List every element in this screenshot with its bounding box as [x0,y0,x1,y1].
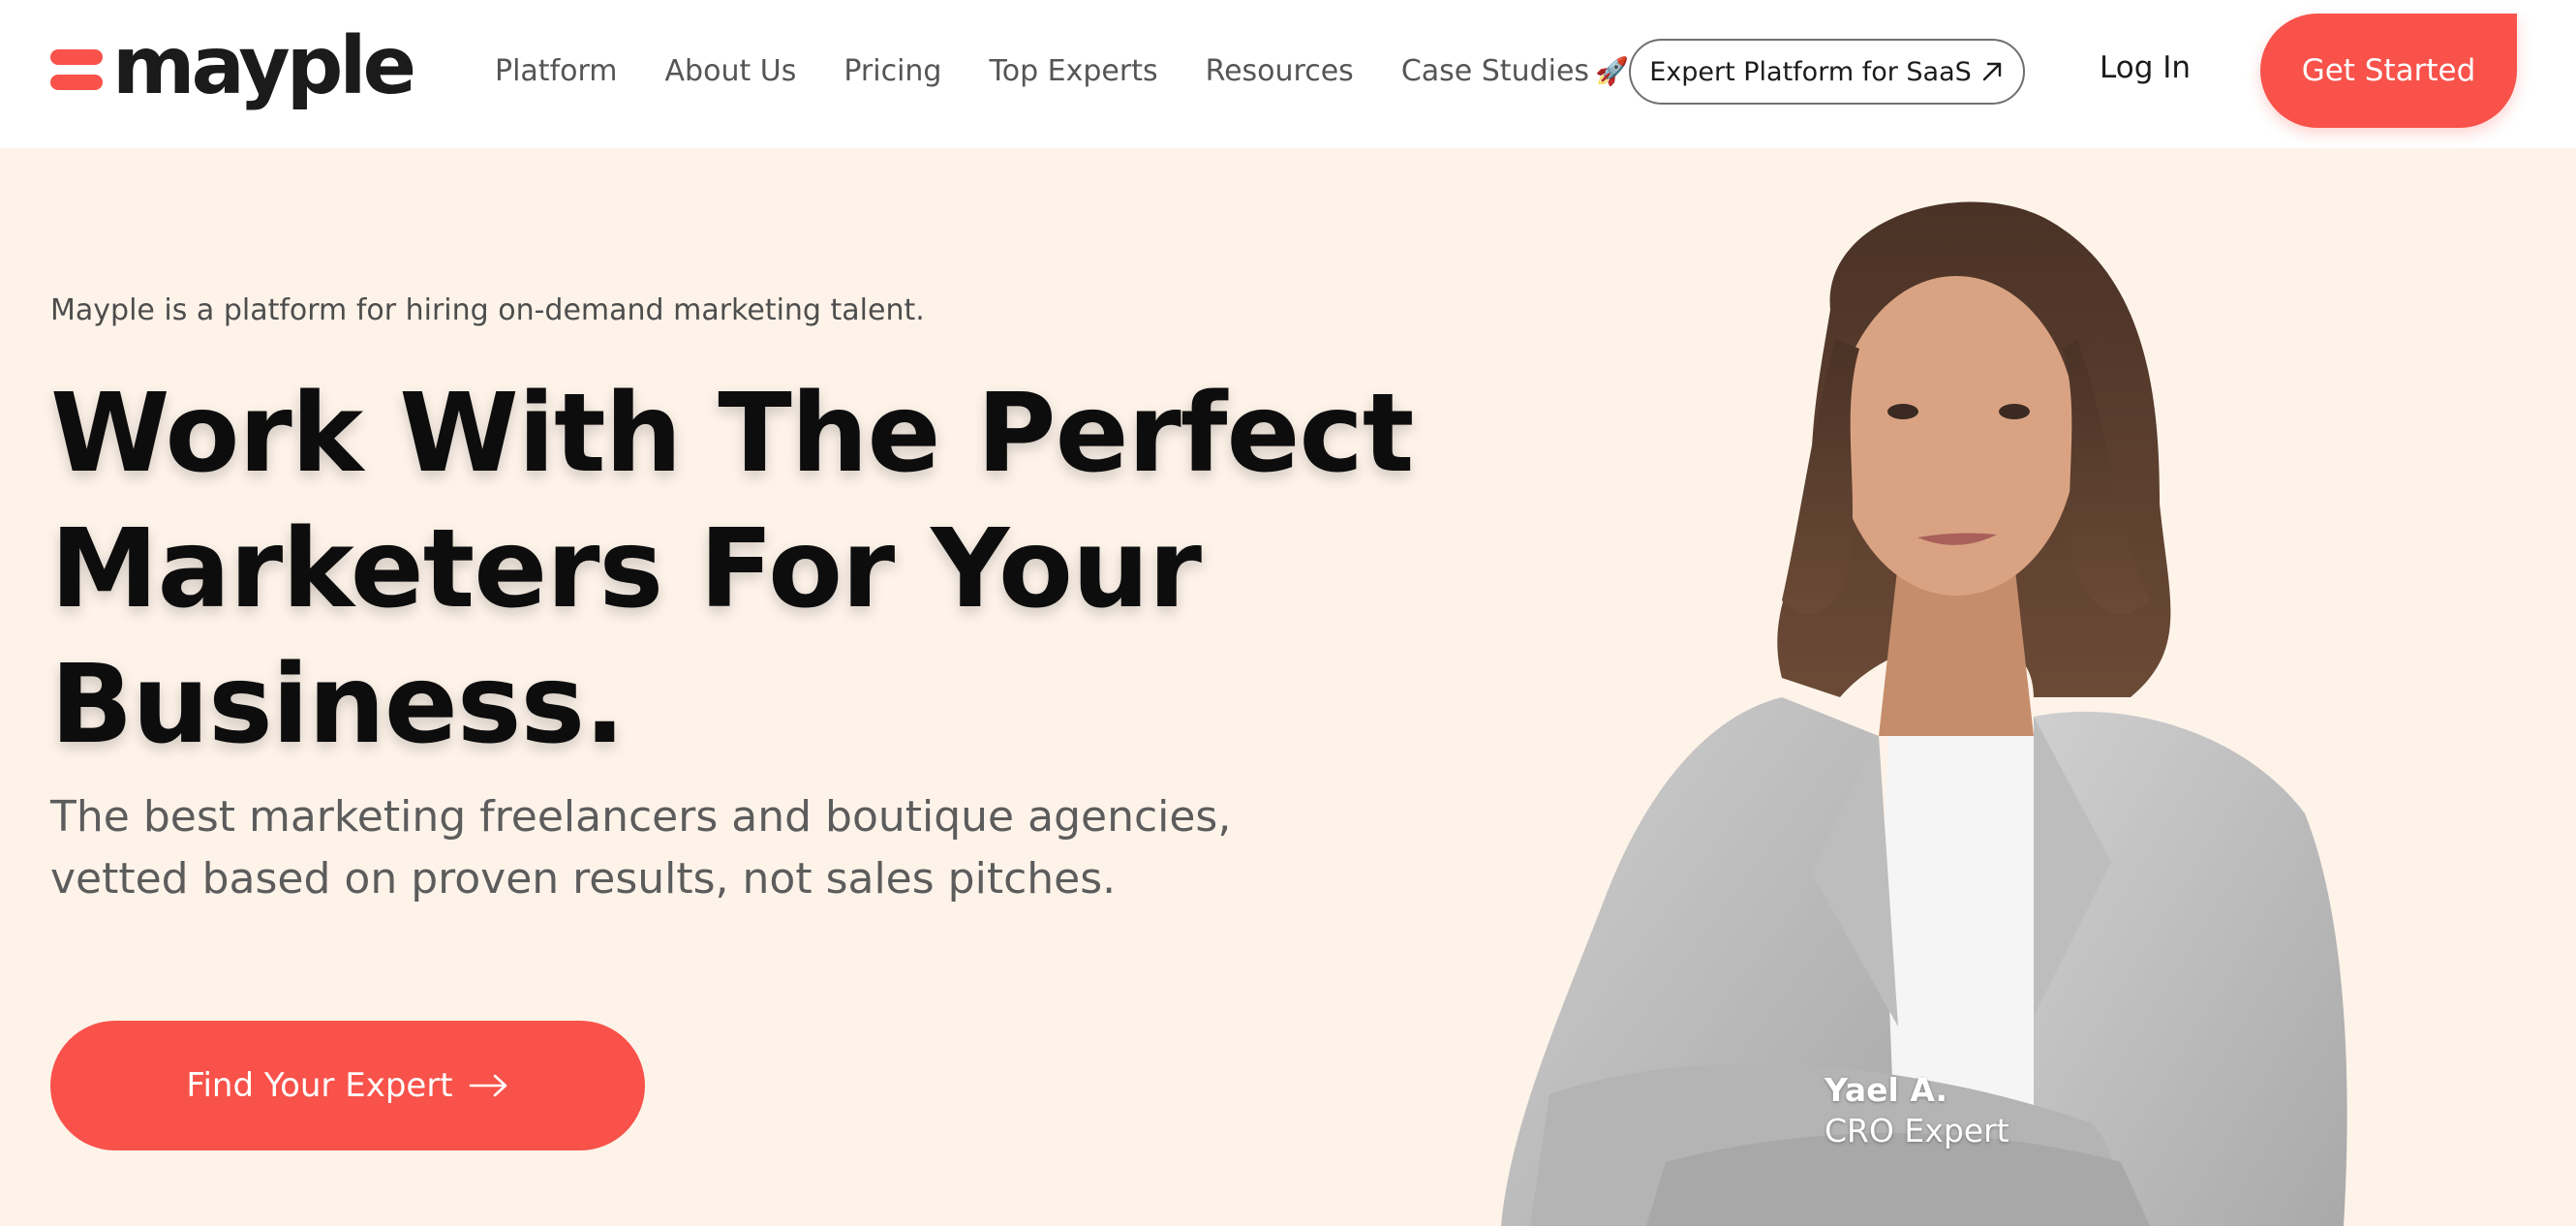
arrow-right-icon [469,1074,506,1097]
nav-platform[interactable]: Platform [495,54,618,88]
nav-case-studies-label: Case Studies [1400,53,1590,88]
mayple-logo[interactable]: mayple [50,20,416,114]
nav-case-studies[interactable]: Case Studies 🚀 [1401,54,1629,88]
headline-line-3: Business. [50,642,626,768]
saas-button-label: Expert Platform for SaaS [1649,56,1972,87]
hero-headline: Work With The Perfect Marketers For Your… [50,366,1414,773]
nav-pricing[interactable]: Pricing [843,54,941,88]
expert-role: CRO Expert [1825,1112,2009,1149]
site-header: mayple Platform About Us Pricing Top Exp… [0,0,2576,148]
hero-tagline: Mayple is a platform for hiring on-deman… [50,293,925,327]
nav-about-us[interactable]: About Us [665,54,797,88]
rocket-icon: 🚀 [1595,54,1629,87]
hero-subhead: The best marketing freelancers and bouti… [50,786,1309,910]
expert-name: Yael A. [1825,1071,1948,1109]
expert-platform-saas-button[interactable]: Expert Platform for SaaS [1629,39,2025,105]
main-nav: Platform About Us Pricing Top Experts Re… [495,46,1676,95]
subhead-line-1: The best marketing freelancers and bouti… [50,792,1232,842]
get-started-button[interactable]: Get Started [2260,14,2517,128]
logo-mark-icon [50,49,103,92]
cta-label: Find Your Expert [186,1066,453,1105]
nav-top-experts[interactable]: Top Experts [989,54,1157,88]
page: mayple Platform About Us Pricing Top Exp… [0,0,2576,1226]
external-arrow-icon [1982,62,2001,81]
login-link[interactable]: Log In [2100,50,2191,85]
headline-line-2: Marketers For Your [50,506,1202,632]
headline-line-1: Work With The Perfect [50,371,1414,497]
subhead-line-2: vetted based on proven results, not sale… [50,854,1117,904]
logo-text: mayple [112,20,416,112]
nav-resources[interactable]: Resources [1206,54,1354,88]
find-your-expert-button[interactable]: Find Your Expert [50,1021,645,1150]
